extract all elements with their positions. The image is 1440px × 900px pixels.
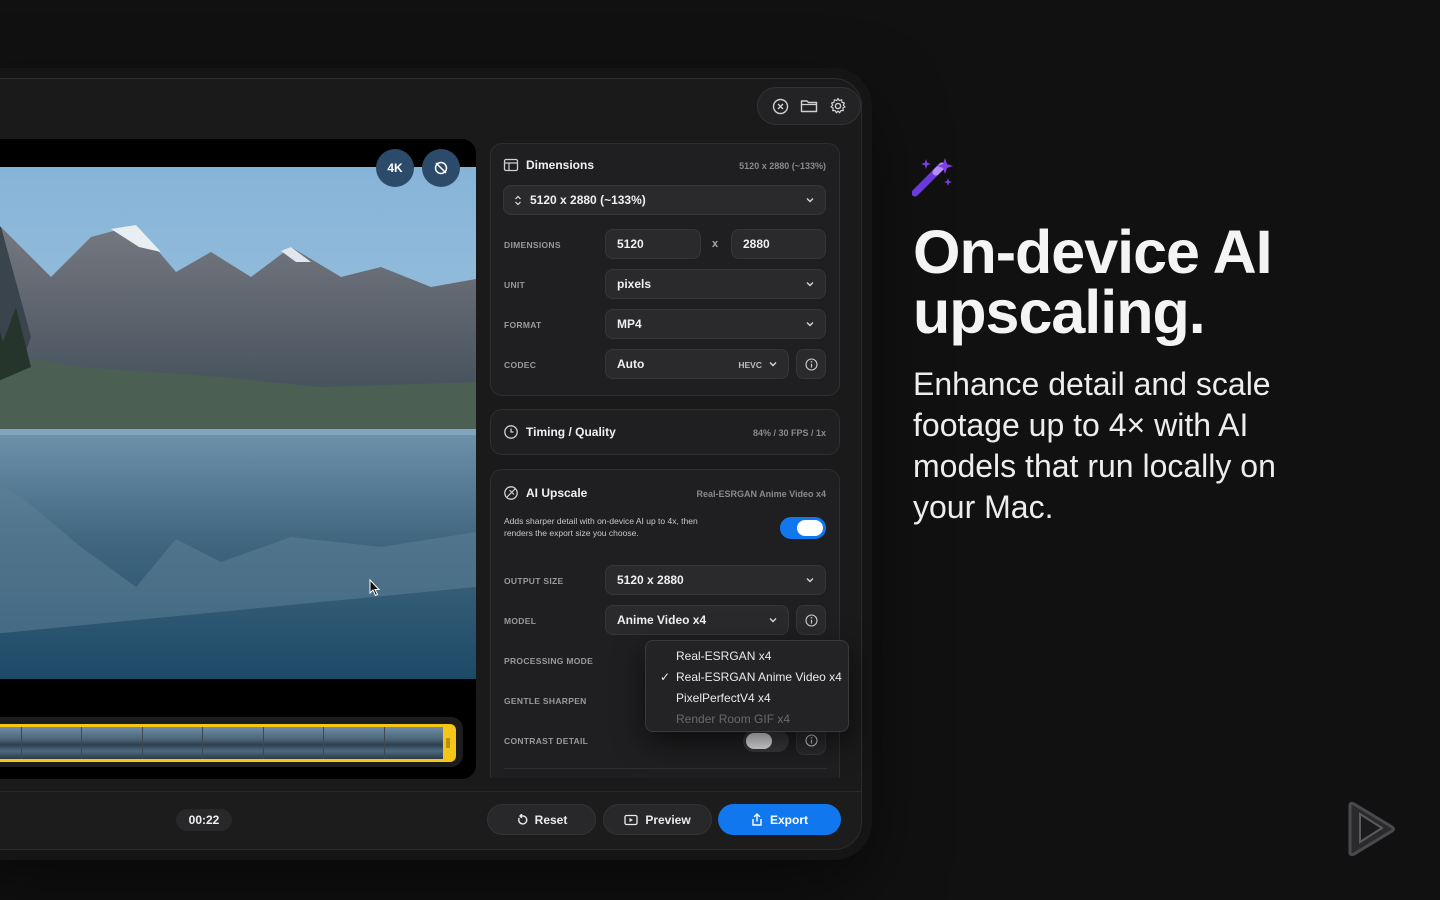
subtext-line-4: your Mac.	[913, 489, 1054, 525]
check-icon: ✓	[660, 670, 671, 684]
dimensions-icon	[503, 158, 519, 172]
dimension-preset-value: 5120 x 2880 (~133%)	[530, 193, 646, 207]
codec-info-button[interactable]	[796, 349, 826, 379]
bottom-action-bar: 00:22 Reset Preview Export	[0, 791, 861, 849]
menu-item-render-room-gif-x4: Render Room GIF x4	[676, 712, 791, 726]
share-icon	[752, 813, 762, 826]
codec-value: Auto	[617, 357, 645, 371]
dimensions-card: Dimensions 5120 x 2880 (~133%) 5120 x 28…	[490, 143, 840, 396]
subheadline: Enhance detail and scale footage up to 4…	[913, 364, 1333, 528]
ai-upscale-icon	[504, 486, 518, 500]
description-line-2: renders the export size you choose.	[504, 527, 639, 538]
model-dropdown-menu: Real-ESRGAN x4 ✓ Real-ESRGAN Anime Video…	[645, 640, 849, 732]
codec-label: CODEC	[504, 360, 537, 370]
format-value: MP4	[617, 317, 642, 331]
chevron-down-icon	[806, 198, 814, 203]
format-select[interactable]: MP4	[605, 309, 826, 339]
dimension-separator: x	[712, 238, 719, 250]
output-size-value: 5120 x 2880	[617, 573, 684, 587]
up-down-icon	[515, 195, 521, 206]
divider	[504, 768, 827, 769]
chevron-down-icon	[769, 618, 777, 623]
contrast-detail-toggle[interactable]	[743, 730, 789, 752]
model-info-button[interactable]	[796, 605, 826, 635]
chevron-down-icon	[806, 322, 814, 327]
timing-title: Timing / Quality	[526, 425, 616, 439]
dimensions-title: Dimensions	[526, 158, 595, 172]
model-label: MODEL	[504, 616, 537, 626]
subtext-line-2: footage up to 4× with AI	[913, 407, 1249, 443]
reset-icon	[517, 813, 528, 825]
output-size-select[interactable]: 5120 x 2880	[605, 565, 826, 595]
menu-item-real-esrgan-x4[interactable]: Real-ESRGAN x4	[676, 649, 771, 663]
contrast-detail-label: CONTRAST DETAIL	[504, 736, 589, 746]
description-line-1: Adds sharper detail with on-device AI up…	[504, 516, 698, 526]
timing-meta: 84% / 30 FPS / 1x	[752, 428, 826, 438]
preview-label: Preview	[645, 812, 691, 827]
chevron-down-icon	[806, 282, 814, 287]
export-button[interactable]: Export	[718, 804, 841, 835]
menu-item-real-esrgan-anime-video-x4[interactable]: Real-ESRGAN Anime Video x4	[676, 670, 842, 684]
reset-button[interactable]: Reset	[487, 804, 596, 835]
model-select[interactable]: Anime Video x4	[605, 605, 789, 635]
timer-icon	[504, 425, 518, 439]
export-label: Export	[769, 812, 808, 827]
model-value: Anime Video x4	[617, 613, 707, 627]
ai-upscale-description: Adds sharper detail with on-device AI up…	[504, 516, 754, 539]
preview-icon	[624, 814, 638, 825]
unit-value: pixels	[617, 277, 652, 291]
playback-time: 00:22	[176, 809, 232, 831]
codec-variant: HEVC	[738, 360, 762, 370]
unit-select[interactable]: pixels	[605, 269, 826, 299]
output-size-label: OUTPUT SIZE	[504, 576, 564, 586]
ai-upscale-meta: Real-ESRGAN Anime Video x4	[696, 489, 826, 499]
codec-select[interactable]: Auto HEVC	[605, 349, 789, 379]
dimension-preset-select[interactable]: 5120 x 2880 (~133%)	[503, 185, 826, 215]
ai-upscale-toggle[interactable]	[780, 517, 826, 539]
format-label: FORMAT	[504, 320, 542, 330]
reset-label: Reset	[534, 812, 568, 827]
info-icon	[804, 357, 818, 371]
headline: On-device AI upscaling.	[913, 218, 1413, 346]
ai-upscale-title: AI Upscale	[526, 486, 588, 500]
toggle-knob	[746, 733, 772, 749]
headline-line-2: upscaling.	[913, 278, 1206, 346]
width-input[interactable]: 5120	[605, 229, 701, 259]
width-value: 5120	[617, 237, 644, 251]
toggle-knob	[797, 520, 823, 536]
height-value: 2880	[743, 237, 770, 251]
dimensions-meta: 5120 x 2880 (~133%)	[739, 161, 826, 171]
timing-quality-card[interactable]: Timing / Quality 84% / 30 FPS / 1x	[490, 409, 840, 455]
magic-wand-icon	[912, 158, 953, 197]
chevron-down-icon	[806, 578, 814, 583]
subtext-line-3: models that run locally on	[913, 448, 1276, 484]
play-logo-icon	[1348, 801, 1395, 857]
processing-mode-label: PROCESSING MODE	[504, 656, 594, 666]
headline-line-1: On-device AI	[913, 218, 1273, 286]
info-icon	[804, 613, 818, 627]
gentle-sharpen-label: GENTLE SHARPEN	[504, 696, 587, 706]
height-input[interactable]: 2880	[731, 229, 826, 259]
menu-item-pixelperfectv4-x4[interactable]: PixelPerfectV4 x4	[676, 691, 771, 705]
unit-label: UNIT	[504, 280, 526, 290]
chevron-down-icon	[769, 362, 777, 367]
dimensions-label: DIMENSIONS	[504, 240, 561, 250]
preview-button[interactable]: Preview	[603, 804, 712, 835]
info-icon	[804, 733, 818, 747]
subtext-line-1: Enhance detail and scale	[913, 366, 1271, 402]
